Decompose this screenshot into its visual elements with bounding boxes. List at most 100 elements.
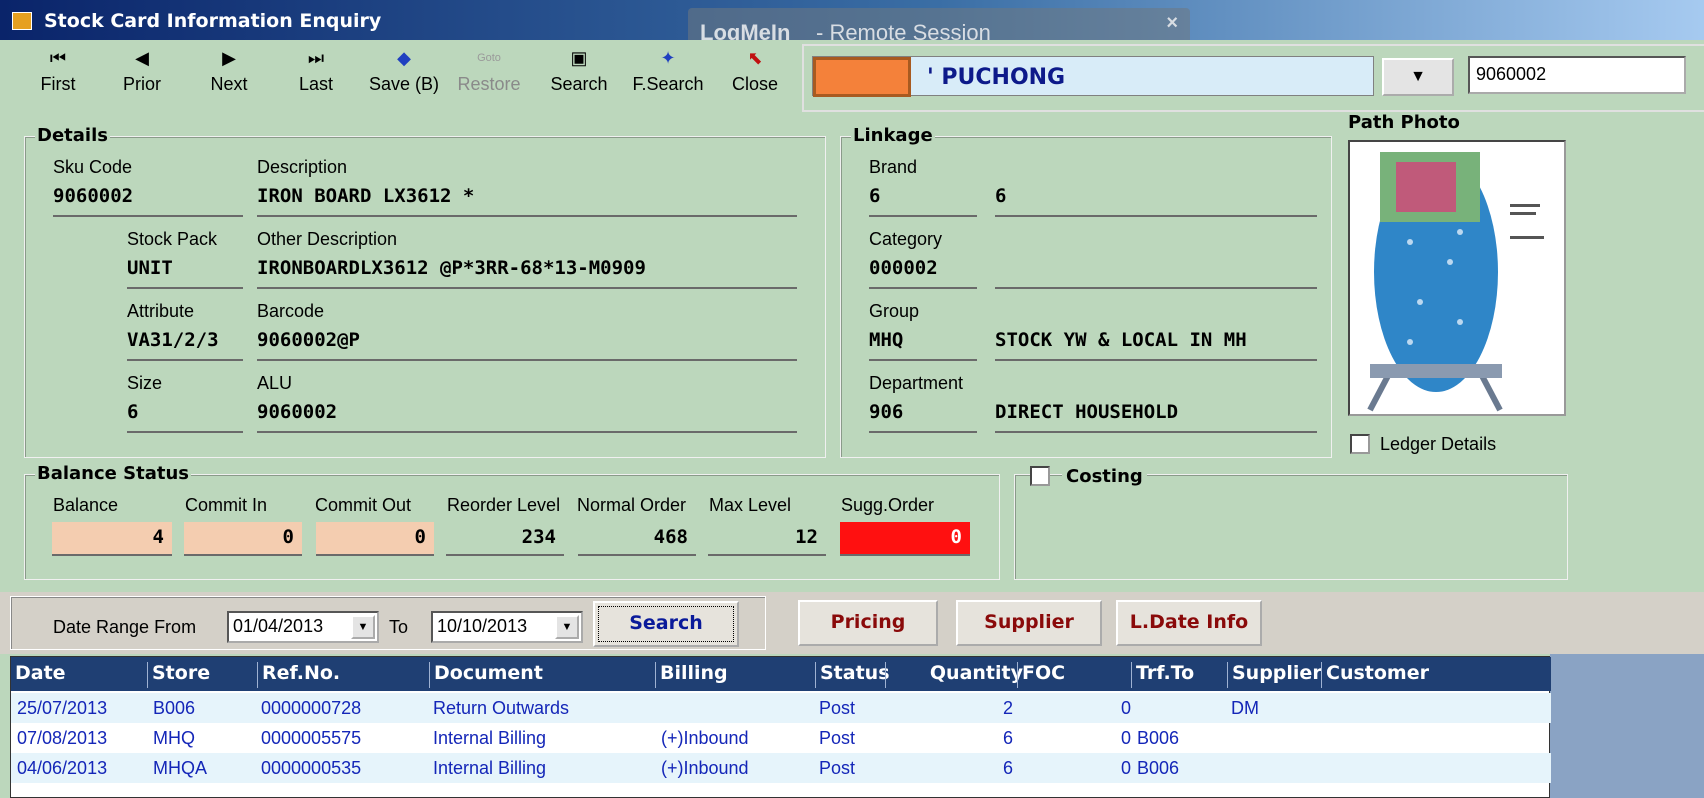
description-label: Description — [257, 157, 348, 177]
col-ref-no[interactable]: Ref.No. — [257, 662, 340, 688]
find-icon: ✦ — [660, 48, 676, 68]
cell-status: Post — [819, 758, 856, 778]
col-foc[interactable]: FOC — [1017, 662, 1065, 688]
first-button[interactable]: ⏮ First — [38, 46, 78, 104]
cell-ref-no: 0000000728 — [261, 698, 362, 718]
next-button[interactable]: ▶ Next — [206, 46, 252, 104]
transaction-grid[interactable]: Date Store Ref.No. Document Billing Stat… — [10, 656, 1551, 798]
redacted-block — [813, 57, 911, 97]
ledger-details-label: Ledger Details — [1380, 434, 1497, 454]
cell-document: Internal Billing — [433, 728, 547, 748]
date-from-dropdown-icon[interactable]: ▼ — [351, 615, 375, 639]
restore-icon: Goto — [477, 52, 501, 64]
save-icon: ◆ — [397, 48, 411, 68]
brand-label: Brand — [869, 157, 918, 177]
reorder-level-label: Reorder Level — [447, 495, 561, 515]
last-button[interactable]: ⏭ Last — [294, 46, 338, 104]
pricing-button[interactable]: Pricing — [798, 600, 938, 646]
group-code: MHQ — [869, 329, 977, 361]
other-description-value: IRONBOARDLX3612 @P*3RR-68*13-M0909 — [257, 257, 797, 289]
col-store[interactable]: Store — [147, 662, 210, 688]
date-to-picker[interactable]: 10/10/2013 ▼ — [431, 611, 583, 643]
banner-close-icon[interactable]: × — [1166, 12, 1178, 35]
fsearch-button[interactable]: ✦ F.Search — [626, 46, 710, 104]
store-field[interactable]: ' PUCHONG — [812, 56, 1374, 97]
col-document[interactable]: Document — [429, 662, 543, 688]
balance-legend: Balance Status — [35, 463, 191, 484]
category-code: 000002 — [869, 257, 977, 289]
attribute-label: Attribute — [127, 301, 195, 321]
col-trf-to[interactable]: Trf.To — [1131, 662, 1194, 688]
close-button[interactable]: ⬉ Close — [728, 46, 782, 104]
col-customer[interactable]: Customer — [1321, 662, 1429, 688]
search-icon: ▣ — [570, 48, 588, 68]
linkage-group: Linkage Brand 6 6 Category 000002 Group … — [840, 125, 1332, 458]
cell-store: MHQ — [153, 728, 195, 748]
commit-in-value: 0 — [184, 522, 302, 556]
store-name: ' PUCHONG — [927, 65, 1066, 90]
col-supplier[interactable]: Supplier — [1227, 662, 1322, 688]
balance-label: Balance — [53, 495, 119, 515]
department-name: DIRECT HOUSEHOLD — [995, 401, 1317, 433]
search-button[interactable]: ▣ Search — [546, 46, 612, 104]
normal-order-label: Normal Order — [577, 495, 687, 515]
cell-date: 04/06/2013 — [17, 758, 108, 778]
ironing-board-image — [1350, 142, 1564, 414]
alu-value: 9060002 — [257, 401, 797, 433]
date-to-value: 10/10/2013 — [437, 616, 528, 636]
cell-quantity: 2 — [1003, 698, 1014, 718]
cell-foc: 0 — [1121, 758, 1132, 778]
restore-button[interactable]: Goto Restore — [452, 46, 526, 104]
app-icon — [12, 12, 32, 30]
stock-code-input[interactable]: 9060002 — [1468, 56, 1686, 94]
commit-in-label: Commit In — [185, 495, 268, 515]
cell-billing: (+)Inbound — [661, 758, 749, 778]
costing-group — [1014, 474, 1568, 580]
ledger-details-checkbox[interactable] — [1350, 434, 1370, 454]
cell-trf-to: B006 — [1137, 758, 1180, 778]
group-label: Group — [869, 301, 920, 321]
max-level-label: Max Level — [709, 495, 792, 515]
cell-trf-to: B006 — [1137, 728, 1180, 748]
brand-name: 6 — [995, 185, 1317, 217]
stock-pack-label: Stock Pack — [127, 229, 218, 249]
description-value: IRON BOARD LX3612 * — [257, 185, 797, 217]
prior-record-icon: ◀ — [135, 48, 149, 68]
sku-label: Sku Code — [53, 157, 133, 177]
col-status[interactable]: Status — [815, 662, 890, 688]
brand-code: 6 — [869, 185, 977, 217]
table-row[interactable]: 25/07/2013 B006 0000000728 Return Outwar… — [11, 693, 1551, 723]
alu-label: ALU — [257, 373, 293, 393]
supplier-button[interactable]: Supplier — [956, 600, 1102, 646]
cell-quantity: 6 — [1003, 758, 1014, 778]
attribute-value: VA31/2/3 — [127, 329, 243, 361]
costing-checkbox[interactable] — [1030, 466, 1050, 486]
date-to-dropdown-icon[interactable]: ▼ — [555, 615, 579, 639]
col-quantity[interactable]: Quantity — [885, 662, 1027, 688]
last-date-info-button[interactable]: L.Date Info — [1116, 600, 1262, 646]
date-search-button[interactable]: Search — [593, 601, 739, 647]
cell-date: 07/08/2013 — [17, 728, 108, 748]
col-billing[interactable]: Billing — [655, 662, 728, 688]
cell-foc: 0 — [1121, 698, 1132, 718]
costing-label: Costing — [1062, 466, 1147, 487]
table-row[interactable]: 04/06/2013 MHQA 0000000535 Internal Bill… — [11, 753, 1551, 783]
cell-store: MHQA — [153, 758, 207, 778]
store-dropdown-button[interactable]: ▼ — [1382, 58, 1454, 96]
stock-pack-value: UNIT — [127, 257, 243, 289]
grid-header: Date Store Ref.No. Document Billing Stat… — [11, 657, 1551, 691]
date-range-box: Date Range From 01/04/2013 ▼ To 10/10/20… — [10, 596, 766, 650]
details-legend: Details — [35, 125, 110, 146]
cell-document: Return Outwards — [433, 698, 570, 718]
other-description-label: Other Description — [257, 229, 398, 249]
col-date[interactable]: Date — [11, 662, 66, 688]
date-from-value: 01/04/2013 — [233, 616, 324, 636]
table-row[interactable]: 07/08/2013 MHQ 0000005575 Internal Billi… — [11, 723, 1551, 753]
cell-quantity: 6 — [1003, 728, 1014, 748]
cell-foc: 0 — [1121, 728, 1132, 748]
category-name — [995, 257, 1317, 289]
cell-status: Post — [819, 698, 856, 718]
save-button[interactable]: ◆ Save (B) — [364, 46, 444, 104]
prior-button[interactable]: ◀ Prior — [118, 46, 166, 104]
date-from-picker[interactable]: 01/04/2013 ▼ — [227, 611, 379, 643]
